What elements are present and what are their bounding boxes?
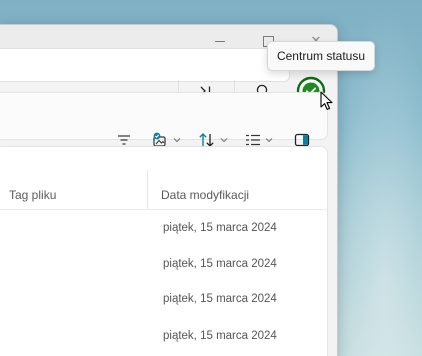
column-divider[interactable] [147, 170, 148, 210]
chevron-down-icon [265, 138, 272, 143]
column-header-modified[interactable]: Data modyfikacji [161, 188, 249, 202]
table-row-date[interactable]: piątek, 15 marca 2024 [163, 258, 277, 270]
table-row-date[interactable]: piątek, 15 marca 2024 [163, 330, 277, 342]
chevron-down-icon [220, 138, 227, 143]
tooltip-text: Centrum statusu [276, 49, 366, 63]
file-list [0, 146, 328, 356]
details-pane-icon [294, 133, 310, 147]
table-row-date[interactable]: piątek, 15 marca 2024 [163, 293, 277, 305]
tooltip: Centrum statusu [267, 41, 375, 71]
mouse-cursor-icon [320, 91, 333, 110]
filter-icon [118, 135, 130, 145]
address-bar[interactable] [0, 48, 290, 82]
table-row-date[interactable]: piątek, 15 marca 2024 [163, 222, 277, 234]
header-divider [0, 209, 328, 210]
view-icon [245, 134, 260, 146]
column-header-tag[interactable]: Tag pliku [9, 188, 56, 202]
chevron-down-icon [173, 138, 180, 143]
